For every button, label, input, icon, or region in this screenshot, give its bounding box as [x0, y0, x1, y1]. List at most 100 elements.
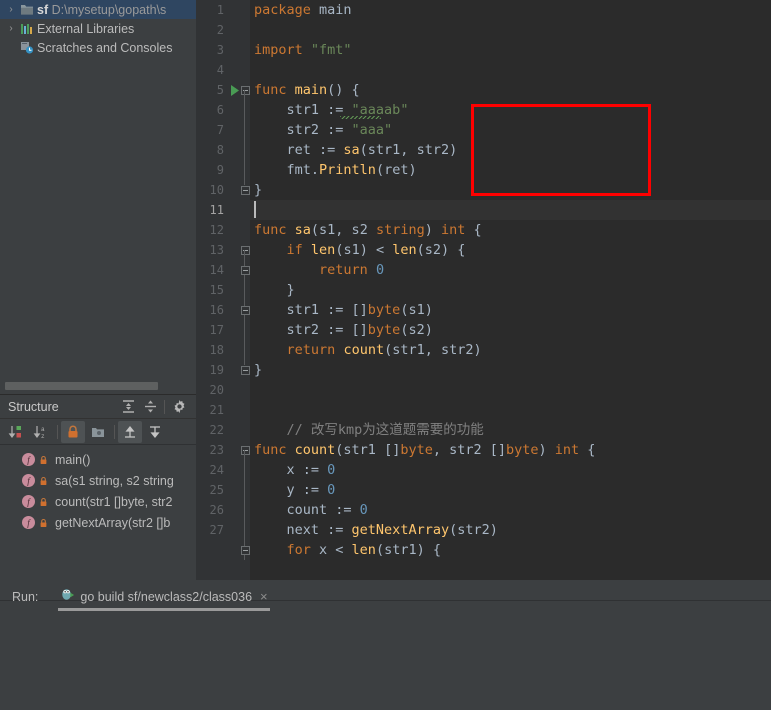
code-text-area[interactable]: package main import "fmt" func main() { …: [250, 0, 771, 580]
list-item[interactable]: f main(): [0, 449, 196, 470]
list-item[interactable]: f count(str1 []byte, str2: [0, 491, 196, 512]
tree-row[interactable]: › External Libraries: [0, 19, 196, 38]
run-tab-name: go build sf/newclass2/class036: [80, 589, 253, 604]
line-number: 15: [209, 283, 224, 297]
function-icon: f: [22, 516, 35, 529]
svg-text:z: z: [41, 433, 45, 440]
current-line-highlight: [250, 200, 771, 220]
line-number: 20: [209, 383, 224, 397]
code-line: ret := sa(str1, str2): [254, 142, 458, 158]
line-number: 19: [209, 363, 224, 377]
line-number: 10: [209, 183, 224, 197]
code-line: }: [254, 282, 295, 298]
run-tab-bar: Run: go build sf/newclass2/class036 ×: [0, 585, 771, 611]
code-line: str2 := []byte(s2): [254, 322, 433, 338]
fold-toggle-icon[interactable]: [240, 440, 250, 460]
gear-icon[interactable]: [168, 396, 190, 418]
code-line: if len(s1) < len(s2) {: [286, 242, 466, 258]
code-line: }: [254, 362, 263, 378]
structure-panel-header: Structure: [0, 394, 196, 418]
list-item[interactable]: f getNextArray(str2 []b: [0, 512, 196, 533]
project-tree[interactable]: › sf D:\mysetup\gopath\s › External Libr…: [0, 0, 196, 376]
show-non-public-icon[interactable]: [61, 420, 85, 443]
fold-toggle-icon[interactable]: [240, 300, 250, 320]
code-line: // 改写kmp为这道题需要的功能: [254, 422, 484, 438]
tree-row-path: D:\mysetup\gopath\s: [51, 2, 167, 17]
function-icon: f: [22, 474, 35, 487]
code-line: for x < len(str1) {: [286, 542, 441, 558]
run-tab-underline: [58, 608, 270, 611]
function-icon: f: [22, 495, 35, 508]
fold-toggle-icon[interactable]: [240, 360, 250, 380]
line-number: 11: [209, 203, 224, 217]
toolbar-divider: [164, 399, 165, 414]
line-number: 16: [209, 303, 224, 317]
line-number: 18: [209, 343, 224, 357]
group-by-file-icon[interactable]: [86, 421, 110, 443]
scratches-icon: [18, 41, 35, 54]
tree-row-name: External Libraries: [37, 21, 135, 36]
code-editor[interactable]: 1 2 3 4 5 6 7 8 9 10 11 12 13 14 15 16 1…: [196, 0, 771, 580]
code-line: y := 0: [254, 482, 336, 498]
fold-toggle-icon[interactable]: [240, 260, 250, 280]
line-number: 4: [216, 63, 224, 77]
tree-row-label: Scratches and Consoles: [37, 41, 173, 55]
structure-panel-toolbar: a z: [0, 418, 196, 444]
function-icon: f: [22, 453, 35, 466]
scrollbar-thumb[interactable]: [5, 382, 158, 390]
tree-row[interactable]: Scratches and Consoles: [0, 38, 196, 57]
text-caret: [254, 201, 256, 218]
chevron-right-icon[interactable]: ›: [4, 23, 18, 34]
code-line: import "fmt": [254, 42, 352, 58]
list-item-label: count(str1 []byte, str2: [55, 494, 173, 509]
line-number: 2: [216, 23, 224, 37]
collapse-all-icon[interactable]: [139, 396, 161, 418]
line-number: 17: [209, 323, 224, 337]
structure-panel-title: Structure: [8, 399, 59, 414]
line-number: 8: [216, 143, 224, 157]
tree-row[interactable]: › sf D:\mysetup\gopath\s: [0, 0, 196, 19]
project-tree-horizontal-scrollbar[interactable]: [0, 380, 196, 394]
library-icon: [18, 23, 35, 35]
fold-toggle-icon[interactable]: [240, 540, 250, 560]
line-number: 3: [216, 43, 224, 57]
sort-by-visibility-icon[interactable]: [4, 421, 28, 443]
list-item[interactable]: f sa(s1 string, s2 string: [0, 470, 196, 491]
line-number: 9: [216, 163, 224, 177]
toolbar-divider: [114, 424, 115, 439]
line-number: 23: [209, 443, 224, 457]
fold-toggle-icon[interactable]: [240, 80, 250, 100]
left-tool-panel: › sf D:\mysetup\gopath\s › External Libr…: [0, 0, 196, 580]
sort-alphabetically-icon[interactable]: a z: [29, 421, 53, 443]
lock-icon: [37, 497, 50, 507]
line-number: 12: [209, 223, 224, 237]
structure-list[interactable]: f main() f sa(s1 string, s2 string f cou…: [0, 444, 196, 580]
tree-row-label: sf D:\mysetup\gopath\s: [37, 3, 166, 17]
expand-all-icon[interactable]: [117, 396, 139, 418]
line-number: 13: [209, 243, 224, 257]
list-item-label: sa(s1 string, s2 string: [55, 473, 174, 488]
fold-toggle-icon[interactable]: [240, 180, 250, 200]
run-label: Run:: [12, 589, 39, 604]
line-number: 6: [216, 103, 224, 117]
run-tab[interactable]: go build sf/newclass2/class036 ×: [58, 585, 270, 611]
run-tool-window: Run: go build sf/newclass2/class036 ×: [0, 580, 771, 710]
run-gutter-icon[interactable]: [229, 80, 239, 100]
autoscroll-from-source-icon[interactable]: [143, 421, 167, 443]
autoscroll-to-source-icon[interactable]: [118, 420, 142, 443]
code-line: str1 := []byte(s1): [254, 302, 433, 318]
tree-row-name: sf: [37, 2, 49, 17]
line-number: 25: [209, 483, 224, 497]
line-number: 14: [209, 263, 224, 277]
editor-gutter[interactable]: 1 2 3 4 5 6 7 8 9 10 11 12 13 14 15 16 1…: [196, 0, 250, 580]
tree-row-name: Scratches and Consoles: [37, 40, 173, 55]
code-line: func main() {: [254, 82, 360, 98]
fold-toggle-icon[interactable]: [240, 240, 250, 260]
code-line: x := 0: [254, 462, 336, 478]
close-icon[interactable]: ×: [260, 589, 268, 604]
list-item-label: getNextArray(str2 []b: [55, 515, 171, 530]
lock-icon: [37, 476, 50, 486]
chevron-right-icon[interactable]: ›: [4, 4, 18, 15]
code-line: func sa(s1, s2 string) int {: [254, 222, 482, 238]
